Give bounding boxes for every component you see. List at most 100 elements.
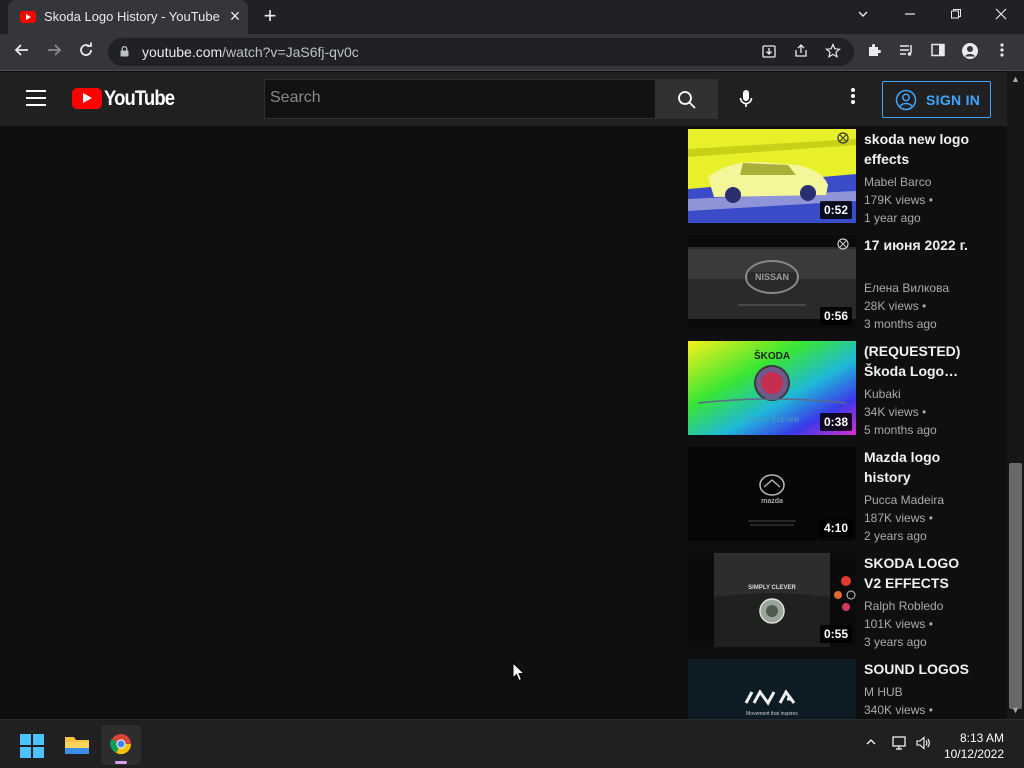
volume-icon[interactable] [914, 735, 932, 753]
upload-age: 5 months ago [864, 423, 937, 437]
youtube-wordmark[interactable]: YouTube [104, 87, 175, 111]
search-button[interactable] [655, 79, 718, 119]
chrome-icon [110, 734, 132, 755]
clock-time[interactable]: 8:13 AM [960, 731, 1004, 745]
show-hidden-icons-chevron-icon[interactable] [862, 735, 880, 753]
media-queue-icon[interactable] [896, 42, 916, 62]
video-title[interactable]: 17 июня 2022 г. [864, 235, 976, 255]
reload-icon[interactable] [74, 40, 98, 64]
recommendation-item[interactable]: 0:52 skoda new logo effects Mabel Barco … [688, 129, 988, 225]
page-scrollbar[interactable]: ▲ ▼ [1007, 71, 1024, 719]
thumbnail-slogan-text: Movement that inspires [746, 711, 798, 717]
scroll-down-arrow-icon[interactable]: ▼ [1010, 705, 1021, 716]
video-title[interactable]: Mazda logo history [864, 447, 976, 487]
thumbnail-logo-text: NISSAN [755, 272, 789, 282]
chrome-taskbar-button[interactable] [101, 725, 141, 765]
account-circle-icon [895, 89, 917, 111]
channel-name[interactable]: Mabel Barco [864, 175, 931, 189]
view-count: 101K views • [864, 617, 933, 631]
video-duration: 0:52 [819, 201, 852, 219]
forward-arrow-icon[interactable] [42, 40, 66, 64]
channel-name[interactable]: Pucca Madeira [864, 493, 944, 507]
upload-age: 2 years ago [864, 529, 927, 543]
sign-in-button[interactable]: SIGN IN [882, 81, 991, 118]
search-input[interactable] [270, 89, 650, 107]
url-host: youtube.com [142, 44, 223, 60]
video-thumbnail[interactable]: SIMPLY CLEVER 0:55 [688, 553, 856, 647]
windows-start-icon[interactable] [20, 734, 44, 763]
minimize-window-icon[interactable] [896, 4, 924, 28]
tab-title: Skoda Logo History - YouTube [44, 9, 220, 24]
side-panel-icon[interactable] [928, 42, 948, 62]
voice-search-button[interactable] [728, 81, 764, 117]
upload-age: 1 year ago [864, 211, 921, 225]
new-tab-button[interactable]: + [258, 4, 282, 28]
search-icon [678, 91, 696, 109]
microphone-icon [739, 90, 753, 107]
view-count: 28K views • [864, 299, 927, 313]
video-title[interactable]: SKODA LOGO V2 EFFECTS S… [864, 553, 976, 593]
url-text[interactable]: youtube.com/watch?v=JaS6fj-qv0c [142, 44, 359, 60]
close-window-icon[interactable] [987, 4, 1015, 28]
channel-name[interactable]: Ralph Robledo [864, 599, 943, 613]
video-player-area[interactable] [0, 126, 675, 719]
network-icon[interactable] [890, 735, 908, 753]
video-thumbnail[interactable]: Movement that inspires [688, 659, 856, 719]
settings-kebab-icon[interactable] [840, 86, 866, 112]
recommendation-item[interactable]: mazda 4:10 Mazda logo history Pucca Made… [688, 447, 988, 543]
profile-avatar-icon[interactable] [960, 42, 980, 62]
scrollbar-thumb[interactable] [1009, 463, 1022, 709]
back-arrow-icon[interactable] [10, 40, 34, 64]
video-thumbnail[interactable]: ŠKODA SIMPLY CLEVER 0:38 [688, 341, 856, 435]
lock-icon[interactable] [120, 46, 129, 57]
video-title[interactable]: SOUND LOGOS [864, 659, 976, 679]
video-duration: 0:38 [819, 413, 852, 431]
video-duration: 0:55 [819, 625, 852, 643]
recommendation-item[interactable]: NISSAN 0:56 17 июня 2022 г. Елена Вилков… [688, 235, 988, 331]
channel-name[interactable]: M HUB [864, 685, 903, 699]
sign-in-label: SIGN IN [926, 92, 981, 108]
thumbnail-slogan-text: SIMPLY CLEVER [745, 417, 800, 424]
restore-window-icon[interactable] [942, 4, 970, 28]
recommendation-item[interactable]: Movement that inspires SOUND LOGOS M HUB… [688, 659, 988, 719]
active-app-indicator [115, 761, 127, 764]
recommendation-item[interactable]: SIMPLY CLEVER 0:55 SKODA LOGO V2 EFFECTS… [688, 553, 988, 649]
share-icon[interactable] [792, 43, 810, 61]
file-explorer-icon[interactable] [64, 733, 90, 762]
tab-search-chevron-icon[interactable] [849, 4, 877, 28]
bookmark-star-icon[interactable] [824, 43, 842, 61]
video-thumbnail[interactable]: NISSAN 0:56 [688, 235, 856, 329]
upload-age: 3 months ago [864, 317, 937, 331]
browser-menu-kebab-icon[interactable] [992, 42, 1012, 62]
mouse-cursor-icon [512, 662, 526, 682]
youtube-logo-icon[interactable] [72, 88, 102, 109]
thumbnail-logo-text: mazda [761, 498, 783, 505]
upload-age: 3 years ago [864, 635, 927, 649]
browser-toolbar: youtube.com/watch?v=JaS6fj-qv0c [0, 34, 1024, 71]
thumbnail-logo-text: SIMPLY CLEVER [748, 585, 796, 591]
recommendation-item[interactable]: ŠKODA SIMPLY CLEVER 0:38 (REQUESTED) Ško… [688, 341, 988, 437]
channel-name[interactable]: Елена Вилкова [864, 281, 949, 295]
windows-taskbar: 8:13 AM 10/12/2022 [0, 719, 1024, 768]
extensions-puzzle-icon[interactable] [864, 42, 884, 62]
view-count: 340K views • [864, 703, 933, 717]
browser-tab[interactable]: Skoda Logo History - YouTube × [8, 0, 248, 34]
close-tab-icon[interactable]: × [225, 6, 245, 26]
video-duration: 4:10 [819, 519, 852, 537]
video-title[interactable]: skoda new logo effects [864, 129, 976, 169]
video-thumbnail[interactable]: 0:52 [688, 129, 856, 223]
youtube-masthead: YouTube SIGN IN [0, 72, 1007, 126]
view-count: 179K views • [864, 193, 933, 207]
video-thumbnail[interactable]: mazda 4:10 [688, 447, 856, 541]
video-title[interactable]: (REQUESTED) Škoda Logo… [864, 341, 976, 381]
address-bar[interactable]: youtube.com/watch?v=JaS6fj-qv0c [108, 38, 854, 66]
scroll-up-arrow-icon[interactable]: ▲ [1010, 74, 1021, 85]
guide-menu-icon[interactable] [26, 90, 46, 106]
install-app-icon[interactable] [760, 43, 778, 61]
search-box[interactable] [264, 79, 655, 119]
view-count: 187K views • [864, 511, 933, 525]
url-path: /watch?v=JaS6fj-qv0c [222, 44, 359, 60]
channel-name[interactable]: Kubaki [864, 387, 901, 401]
youtube-favicon-icon [20, 11, 36, 23]
clock-date[interactable]: 10/12/2022 [944, 747, 1004, 761]
